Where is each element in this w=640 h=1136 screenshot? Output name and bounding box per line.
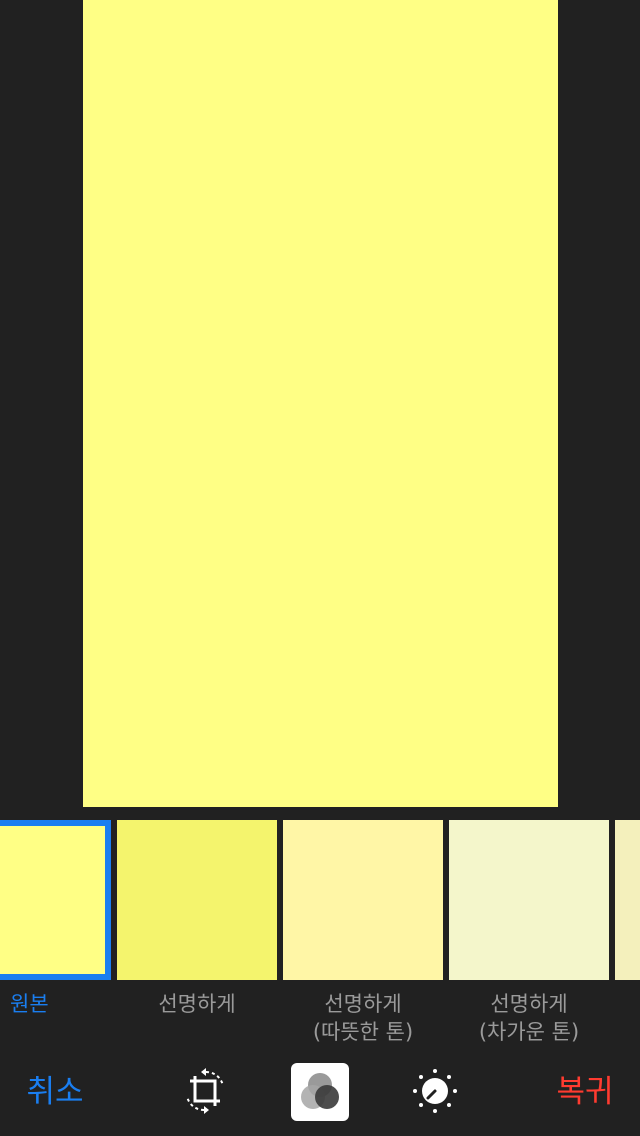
filter-label-vivid: 선명하게 [158,992,236,1016]
adjust-button[interactable] [410,1066,460,1116]
filters-icon [301,1073,339,1109]
filter-strip[interactable] [0,820,640,980]
filter-thumbnail-vivid-warm[interactable] [283,820,443,980]
filter-label-vivid-warm-tone: (따뜻한 톤) [312,1020,414,1044]
filter-thumbnail-original[interactable] [0,820,111,980]
adjust-dial-icon [413,1069,457,1113]
photo-preview [83,0,558,807]
filter-thumbnail-vivid[interactable] [117,820,277,980]
crop-rotate-icon [186,1068,224,1114]
crop-rotate-button[interactable] [180,1066,230,1116]
photo-editor-screen: 원본 선명하게 선명하게 (따뜻한 톤) 선명하게 (차가운 톤) 취소 복귀 [0,0,640,1136]
filter-thumbnail-vivid-cool[interactable] [449,820,609,980]
filter-label-vivid-cool: 선명하게 [490,992,568,1016]
filters-button[interactable] [291,1063,349,1121]
cancel-button[interactable]: 취소 [20,1070,90,1114]
filter-label-vivid-cool-tone: (차가운 톤) [478,1020,580,1044]
revert-button[interactable]: 복귀 [550,1070,620,1114]
filter-label-vivid-warm: 선명하게 [324,992,402,1016]
filter-label-original: 원본 [10,992,49,1016]
filter-thumbnail-next[interactable] [615,820,640,980]
